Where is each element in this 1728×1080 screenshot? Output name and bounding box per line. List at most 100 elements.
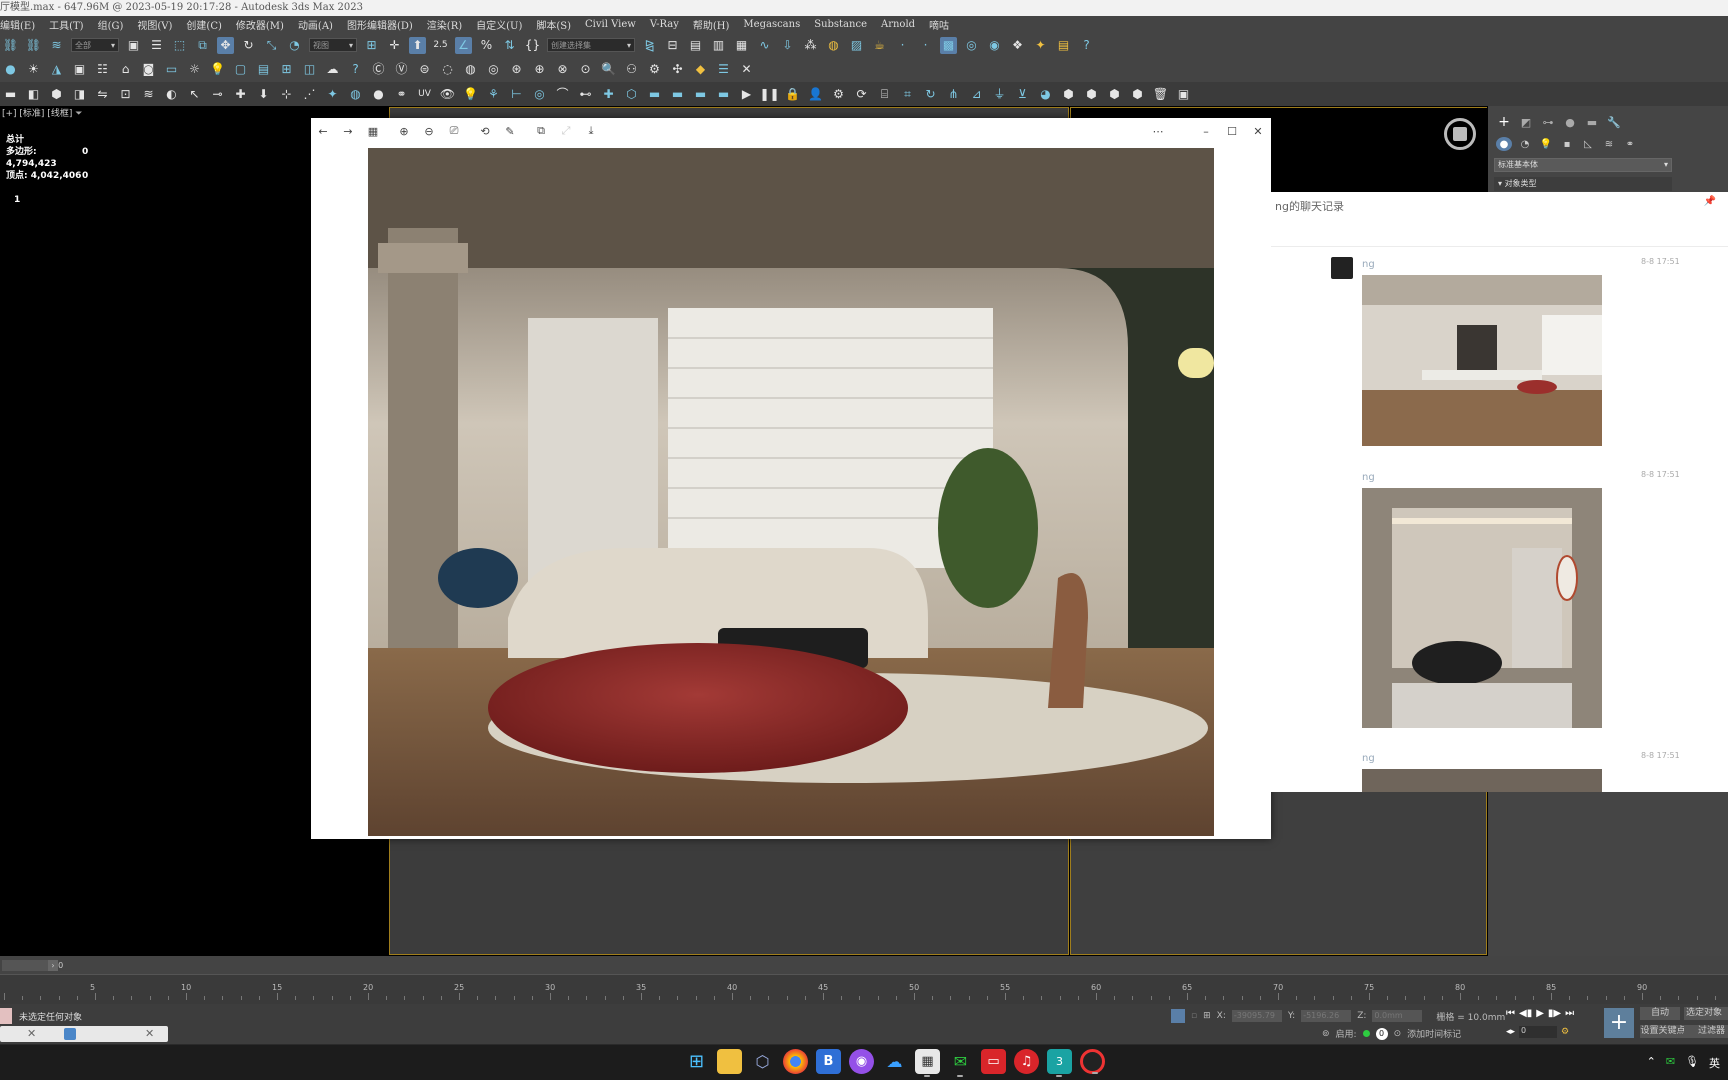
go-to-end-icon[interactable]: ⏭ [1565, 1008, 1574, 1019]
x-coordinate-field[interactable]: -39095.79 [1231, 1010, 1282, 1022]
dope-sheet-icon[interactable]: ⇩ [779, 37, 796, 54]
vray-sphere-icon[interactable]: ◙ [140, 61, 157, 78]
box-icon[interactable]: ⬡ [623, 86, 640, 103]
menu-item[interactable]: 修改器(M) [236, 17, 284, 32]
tool-06-icon[interactable]: ⊡ [117, 86, 134, 103]
filter-icon[interactable]: ⏷ [75, 109, 82, 119]
help-icon[interactable]: ? [1078, 37, 1095, 54]
plugin-k-icon[interactable]: ◆ [692, 61, 709, 78]
menu-item[interactable]: Arnold [881, 19, 915, 30]
vray-decal-icon[interactable]: ▤ [255, 61, 272, 78]
tool-21-icon[interactable]: ⊢ [508, 86, 525, 103]
menu-item[interactable]: 自定义(U) [476, 17, 522, 32]
actual-size-icon[interactable]: ⎚ [447, 124, 461, 138]
rect-selection-icon[interactable]: ⬚ [171, 37, 188, 54]
3d-app-icon[interactable]: ⬡ [750, 1049, 775, 1074]
clipboard-icon[interactable]: ▣ [1175, 86, 1192, 103]
photos-icon[interactable]: ▦ [915, 1049, 940, 1077]
vray-enmesh-icon[interactable]: ◫ [301, 61, 318, 78]
search-icon[interactable]: 🔍 [600, 61, 617, 78]
menu-item[interactable]: 帮助(H) [693, 17, 730, 32]
copy-icon[interactable]: ⧉ [534, 124, 548, 138]
tool-30-icon[interactable]: ◕ [1037, 86, 1054, 103]
shapes-icon[interactable]: ◔ [1517, 137, 1533, 151]
time-config-icon[interactable]: ⚙ [1561, 1027, 1569, 1037]
z-coordinate-field[interactable]: 0.0mm [1372, 1010, 1423, 1022]
cameras-icon[interactable]: ▪ [1559, 137, 1575, 151]
menu-item[interactable]: Civil View [585, 19, 636, 30]
object-type-rollout[interactable]: ▾ 对象类型 [1494, 177, 1672, 191]
microphone-icon[interactable]: 🎙 [1685, 1055, 1699, 1071]
key-filters-button[interactable]: 过滤器 [1684, 1025, 1728, 1038]
refresh-icon[interactable]: ⟳ [853, 86, 870, 103]
track-bar[interactable]: 5101520253035404550556065707580859095 [0, 974, 1728, 1004]
grid-view-icon[interactable]: ▦ [366, 124, 380, 138]
tool-22-icon[interactable]: ◎ [531, 86, 548, 103]
primitive-type-dropdown[interactable]: 标准基本体 [1494, 158, 1672, 172]
auto-key-button[interactable]: 自动 [1640, 1007, 1680, 1020]
camera-a-icon[interactable]: ▬ [646, 86, 663, 103]
tool-02-icon[interactable]: ◧ [25, 86, 42, 103]
vray-dome-icon[interactable]: ◮ [48, 61, 65, 78]
v-script-icon[interactable]: Ⓥ [393, 61, 410, 78]
minimized-windows-bar[interactable]: ✕ ✕ [0, 1026, 168, 1042]
tool-11-icon[interactable]: ✚ [232, 86, 249, 103]
vray-frame-buffer-icon[interactable]: ▩ [940, 36, 957, 54]
vray-asset-editor-icon[interactable]: ❖ [1009, 37, 1026, 54]
tool-04-icon[interactable]: ◨ [71, 86, 88, 103]
current-frame-field[interactable]: 0 [1519, 1026, 1558, 1038]
tool-12-icon[interactable]: ⬇ [255, 86, 272, 103]
pin-icon[interactable]: 📌 [1704, 196, 1716, 207]
tool-18-icon[interactable]: ⚭ [393, 86, 410, 103]
chrome-icon[interactable] [783, 1049, 808, 1074]
menu-item[interactable]: 视图(V) [137, 17, 172, 32]
close-icon[interactable]: ✕ [145, 1027, 154, 1040]
tool-24-icon[interactable]: ⊷ [577, 86, 594, 103]
sun-icon[interactable]: ☀ [25, 61, 42, 78]
named-selection-dropdown[interactable]: 创建选择集 [547, 38, 635, 52]
lock-icon[interactable]: 🔒 [784, 86, 801, 103]
vray-mesh-icon[interactable]: ▭ [163, 61, 180, 78]
next-key-icon[interactable]: ▮▶ [1548, 1008, 1561, 1019]
close-icon[interactable]: ✕ [27, 1027, 36, 1040]
bathroom-image[interactable] [1362, 488, 1602, 728]
ribbon-icon[interactable]: ▦ [733, 37, 750, 54]
pause-icon[interactable]: ❚❚ [759, 86, 779, 103]
tool-03-icon[interactable]: ⬢ [48, 86, 65, 103]
vray-lightmix-icon[interactable]: ☁ [324, 61, 341, 78]
set-key-mode-button[interactable]: 设置关键点 [1640, 1025, 1686, 1038]
modify-tab-icon[interactable]: ◩ [1518, 115, 1534, 129]
vray-light-lister2-icon[interactable]: 💡 [209, 61, 226, 78]
time-slider[interactable]: 100› [2, 960, 63, 971]
table-icon[interactable]: ⌸ [876, 86, 893, 103]
menu-item[interactable]: V-Ray [650, 19, 679, 30]
tool-10-icon[interactable]: ⊸ [209, 86, 226, 103]
angle-snap-icon[interactable]: ∠ [455, 36, 472, 54]
render-iterative-icon[interactable]: · [917, 37, 934, 54]
transform-mode-icon[interactable]: ⊞ [1203, 1011, 1211, 1021]
camera-c-icon[interactable]: ▬ [692, 86, 709, 103]
netease-music-icon[interactable]: ♫ [1014, 1049, 1039, 1074]
align-icon[interactable]: ⊟ [664, 37, 681, 54]
schematic-view-icon[interactable]: ⁂ [802, 37, 819, 54]
more-options-icon[interactable]: ⋯ [1151, 124, 1165, 138]
selection-filter-dropdown[interactable]: 全部 [71, 38, 119, 52]
menu-item[interactable]: 创建(C) [186, 17, 221, 32]
cube-b-icon[interactable]: ⬢ [1083, 86, 1100, 103]
close-icon[interactable]: ✕ [1251, 124, 1265, 138]
cube-a-icon[interactable]: ⬢ [1060, 86, 1077, 103]
set-key-button[interactable]: + [1604, 1008, 1634, 1038]
3dsmax-icon[interactable]: 3 [1047, 1049, 1072, 1077]
minimize-icon[interactable]: – [1199, 124, 1213, 138]
tool-07-icon[interactable]: ≋ [140, 86, 157, 103]
tool-20-icon[interactable]: ⚘ [485, 86, 502, 103]
select-by-name-icon[interactable]: ☰ [148, 37, 165, 54]
interior-image[interactable] [1362, 769, 1602, 792]
plugin-i-icon[interactable]: ⚙ [646, 61, 663, 78]
reference-coord-dropdown[interactable]: 视图 [309, 38, 357, 52]
plugin-g-icon[interactable]: ⊙ [577, 61, 594, 78]
plugin-a-icon[interactable]: ⊜ [416, 61, 433, 78]
move-icon[interactable]: ✥ [217, 36, 234, 54]
percent-snap-icon[interactable]: % [478, 37, 495, 54]
vray-proxy-icon[interactable]: ▣ [71, 61, 88, 78]
